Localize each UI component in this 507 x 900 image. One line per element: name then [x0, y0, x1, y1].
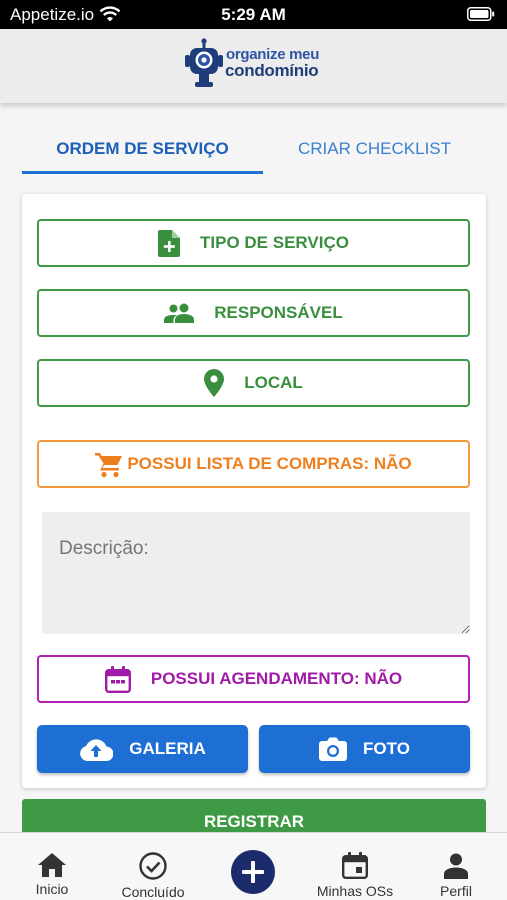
status-time: 5:29 AM [221, 5, 286, 24]
cloud-upload-icon [79, 737, 114, 761]
nav-item-concluido[interactable]: Concluído [114, 833, 192, 900]
bottom-navigation: Inicio Concluído Minhas OSs Perfil [0, 832, 507, 900]
tab-ordem-de-servico[interactable]: ORDEM DE SERVIÇO [22, 126, 263, 174]
nav-label-perfil: Perfil [440, 883, 472, 899]
check-circle-icon [114, 852, 192, 883]
galeria-button[interactable]: GALERIA [37, 725, 248, 773]
responsavel-label: RESPONSÁVEL [214, 303, 343, 322]
tipo-de-servico-label: TIPO DE SERVIÇO [200, 233, 349, 252]
agendamento-toggle[interactable]: POSSUI AGENDAMENTO: NÃO [37, 655, 470, 703]
app-logo: organize meu condomínio [184, 38, 334, 90]
battery-icon [467, 7, 495, 26]
nav-item-inicio[interactable]: Inicio [26, 833, 78, 900]
shopping-cart-icon [95, 451, 123, 478]
person-icon [432, 853, 480, 882]
tipo-de-servico-button[interactable]: TIPO DE SERVIÇO [37, 219, 470, 267]
status-bar: Appetize.io 5:29 AM [0, 0, 507, 29]
nav-item-perfil[interactable]: Perfil [432, 833, 480, 900]
robot-logo-icon [184, 38, 224, 95]
nav-label-concluido: Concluído [121, 884, 185, 900]
foto-label: FOTO [363, 739, 410, 758]
galeria-label: GALERIA [129, 739, 206, 758]
nav-label-minhas-oss: Minhas OSs [316, 883, 394, 899]
app-header: organize meu condomínio [0, 29, 507, 103]
local-button[interactable]: LOCAL [37, 359, 470, 407]
service-order-form: TIPO DE SERVIÇO RESPONSÁVEL LOCAL POSSUI… [22, 194, 486, 788]
camera-icon [319, 737, 348, 761]
plus-icon [242, 861, 264, 883]
logo-text-bottom: condomínio [225, 61, 319, 80]
home-icon [26, 853, 78, 880]
agendamento-label: POSSUI AGENDAMENTO: NÃO [150, 669, 403, 688]
nav-label-inicio: Inicio [35, 881, 69, 897]
tab-bar: ORDEM DE SERVIÇO CRIAR CHECKLIST [22, 126, 486, 174]
add-order-button[interactable] [231, 850, 275, 894]
local-label: LOCAL [244, 373, 303, 392]
calendar-icon [104, 665, 131, 693]
people-icon [164, 303, 195, 323]
lista-de-compras-label: POSSUI LISTA DE COMPRAS: NÃO [127, 454, 412, 473]
foto-button[interactable]: FOTO [259, 725, 470, 773]
location-pin-icon [204, 369, 225, 397]
responsavel-button[interactable]: RESPONSÁVEL [37, 289, 470, 337]
nav-item-minhas-oss[interactable]: Minhas OSs [310, 833, 400, 900]
calendar-icon [310, 852, 400, 882]
descricao-input[interactable] [42, 512, 470, 634]
lista-de-compras-toggle[interactable]: POSSUI LISTA DE COMPRAS: NÃO [37, 440, 470, 488]
note-add-icon [158, 229, 181, 257]
tab-criar-checklist[interactable]: CRIAR CHECKLIST [263, 126, 486, 174]
